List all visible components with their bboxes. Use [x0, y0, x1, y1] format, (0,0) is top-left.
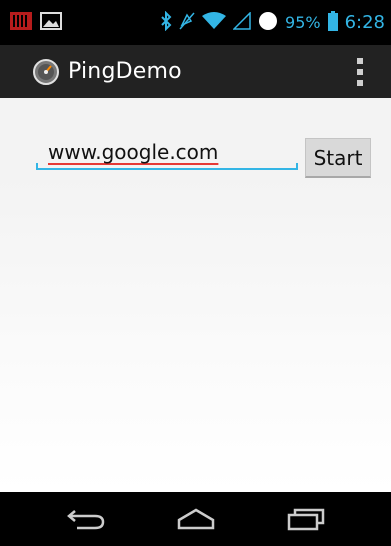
input-underline	[36, 163, 298, 170]
bluetooth-icon	[160, 10, 172, 35]
home-icon[interactable]	[166, 492, 226, 546]
start-button[interactable]: Start	[305, 138, 371, 178]
overflow-menu-icon[interactable]	[356, 57, 364, 86]
mute-icon	[179, 11, 195, 35]
navigation-bar	[0, 492, 391, 546]
url-input-value: www.google.com	[48, 140, 219, 164]
app-title: PingDemo	[68, 59, 182, 84]
sync-circle-icon	[258, 11, 278, 35]
battery-percent: 95%	[285, 13, 321, 32]
gauge-icon[interactable]	[33, 58, 59, 85]
battery-icon	[327, 10, 338, 35]
status-bar: 95% 6:28	[0, 0, 391, 45]
url-input[interactable]: www.google.com	[36, 128, 298, 172]
wifi-icon	[202, 11, 227, 34]
action-bar: PingDemo	[0, 45, 391, 98]
recents-icon[interactable]	[276, 492, 336, 546]
main-content: www.google.com Start	[0, 98, 391, 492]
cell-signal-icon	[232, 10, 251, 34]
image-icon	[40, 11, 62, 34]
clock: 6:28	[344, 12, 385, 33]
back-icon[interactable]	[56, 492, 116, 546]
notification-bars-icon	[10, 11, 32, 34]
